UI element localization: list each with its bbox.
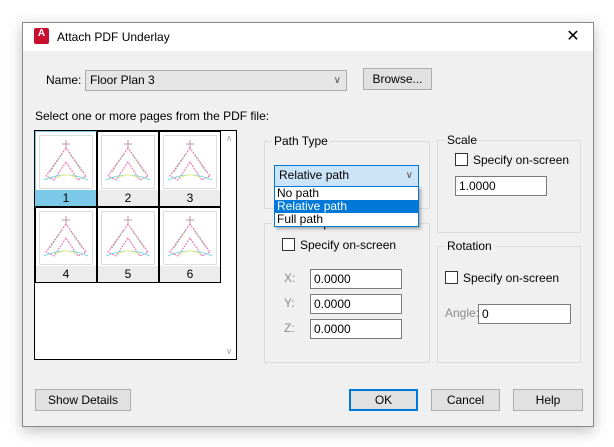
path-type-combo[interactable]: Relative path ∨ [274,165,419,187]
x-label: X: [284,271,296,285]
page-number: 2 [98,190,158,206]
insertion-specify-label: Specify on-screen [300,238,397,252]
floor-plan-preview [163,135,217,189]
scale-specify-checkbox[interactable] [455,153,468,166]
pages-label: Select one or more pages from the PDF fi… [35,109,270,123]
y-label: Y: [284,296,295,310]
path-type-dropdown: No path Relative path Full path [274,186,419,227]
scroll-down-icon[interactable]: ∨ [222,346,236,357]
page-number: 5 [98,266,158,282]
rotation-label: Rotation [445,239,494,253]
path-type-value: Relative path [279,168,350,182]
page-number: 1 [36,190,96,206]
page-thumbnail-4[interactable]: 4 [35,207,97,283]
chevron-down-icon: ∨ [405,170,413,181]
scale-specify-label: Specify on-screen [473,153,570,167]
z-input[interactable]: 0.0000 [310,319,402,339]
chevron-down-icon: ∨ [333,75,341,86]
x-input[interactable]: 0.0000 [310,269,402,289]
z-label: Z: [284,321,295,335]
page-thumbnail-6[interactable]: 6 [159,207,221,283]
scrollbar[interactable]: ∧ ∨ [222,131,236,359]
scroll-up-icon[interactable]: ∧ [222,133,236,144]
y-input[interactable]: 0.0000 [310,294,402,314]
page-thumbnail-list[interactable]: ∧ ∨ 123456 [34,130,237,360]
title-bar: A Attach PDF Underlay ✕ [23,23,593,51]
name-label: Name: [46,73,82,87]
page-thumbnail-1[interactable]: 1 [35,131,97,207]
option-full-path[interactable]: Full path [275,213,418,226]
angle-input[interactable]: 0 [478,304,571,324]
attach-pdf-dialog: A Attach PDF Underlay ✕ Name: Floor Plan… [22,22,594,427]
dialog-title: Attach PDF Underlay [57,30,170,44]
autocad-icon: A [34,28,49,44]
floor-plan-preview [163,211,217,265]
floor-plan-preview [39,135,93,189]
floor-plan-preview [101,211,155,265]
page-thumbnail-5[interactable]: 5 [97,207,159,283]
angle-label: Angle: [445,306,480,320]
scale-input[interactable]: 1.0000 [455,176,547,196]
close-icon[interactable]: ✕ [561,26,585,48]
page-number: 4 [36,266,96,282]
show-details-button[interactable]: Show Details [35,389,131,411]
page-number: 3 [160,190,220,206]
rotation-group: Rotation Specify on-screen Angle: 0 [437,239,581,363]
browse-button[interactable]: Browse... [363,68,432,90]
floor-plan-preview [39,211,93,265]
name-value: Floor Plan 3 [90,73,155,87]
cancel-button[interactable]: Cancel [431,389,500,411]
insertion-point-group: Insertion point Specify on-screen X: 0.0… [264,216,430,363]
floor-plan-preview [101,135,155,189]
scale-label: Scale [445,133,480,147]
scale-group: Scale Specify on-screen 1.0000 [437,133,581,233]
page-number: 6 [160,266,220,282]
insertion-specify-checkbox[interactable] [282,238,295,251]
page-thumbnail-2[interactable]: 2 [97,131,159,207]
page-thumbnail-3[interactable]: 3 [159,131,221,207]
ok-button[interactable]: OK [349,389,418,411]
rotation-specify-label: Specify on-screen [463,271,560,285]
rotation-specify-checkbox[interactable] [445,271,458,284]
help-button[interactable]: Help [513,389,583,411]
path-type-label: Path Type [272,134,330,148]
name-combo[interactable]: Floor Plan 3 ∨ [85,70,347,91]
